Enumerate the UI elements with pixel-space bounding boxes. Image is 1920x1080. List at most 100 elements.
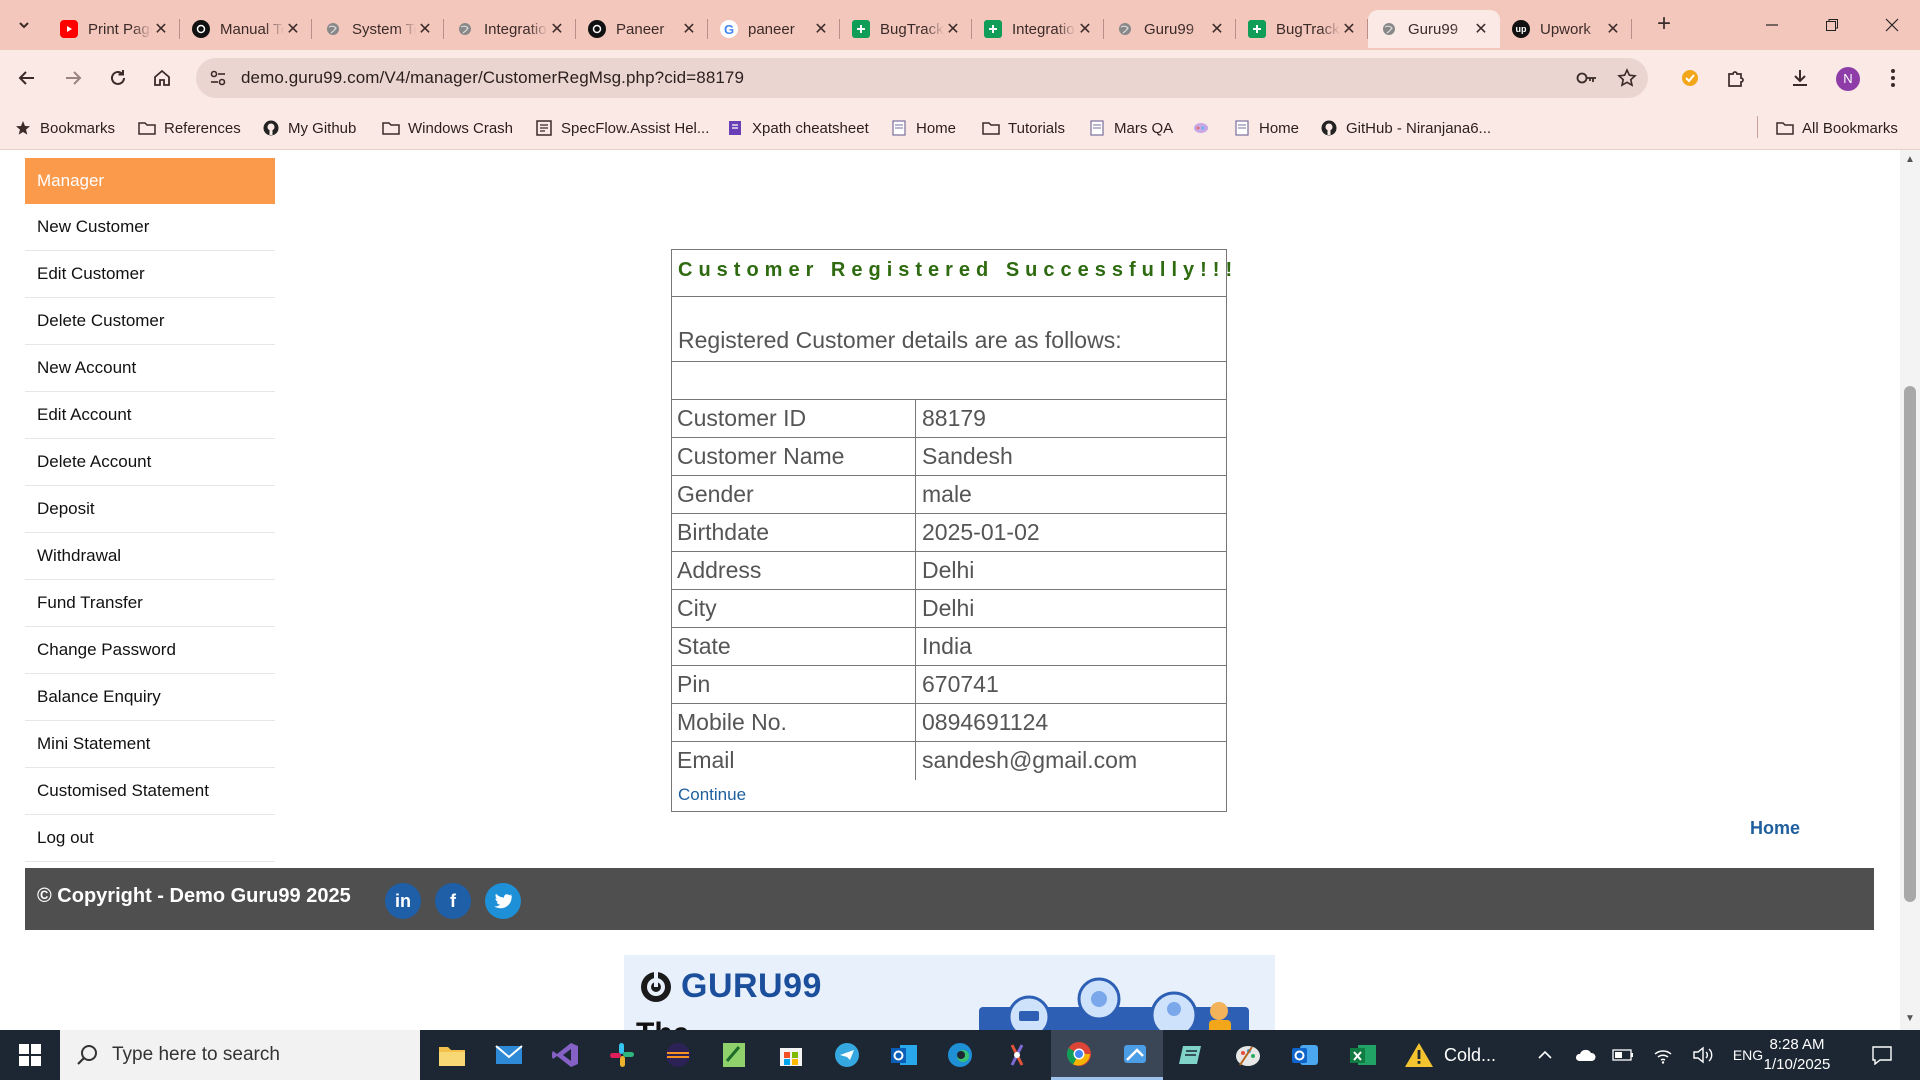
url-text[interactable]: demo.guru99.com/V4/manager/CustomerRegMs… [241,68,744,88]
bookmark-item[interactable]: Bookmarks [14,116,115,140]
tab-close-icon[interactable]: ✕ [680,19,698,39]
chrome-icon[interactable] [1051,1030,1107,1080]
tab-close-icon[interactable]: ✕ [548,19,566,39]
address-bar[interactable]: demo.guru99.com/V4/manager/CustomerRegMs… [196,58,1648,98]
git-app-icon[interactable] [989,1030,1045,1080]
tab-close-icon[interactable]: ✕ [152,19,170,39]
visual-studio-icon[interactable] [537,1030,593,1080]
extension-button[interactable] [1672,60,1708,96]
volume-icon[interactable] [1688,1030,1718,1080]
menu-header[interactable]: Manager [25,158,275,204]
tab-close-icon[interactable]: ✕ [1604,19,1622,39]
start-button[interactable] [0,1030,60,1080]
snipping-tool-icon[interactable] [1107,1030,1163,1080]
tab-close-icon[interactable]: ✕ [1208,19,1226,39]
notepad-plus-icon[interactable] [706,1030,762,1080]
tab[interactable]: Print Page ✕ [48,10,180,48]
scroll-down-arrow-icon[interactable]: ▼ [1905,1014,1915,1024]
back-button[interactable] [9,60,45,96]
menu-item-change-password[interactable]: Change Password [25,627,275,674]
extensions-menu-button[interactable] [1717,60,1753,96]
tab-close-icon[interactable]: ✕ [1472,19,1490,39]
onedrive-cloud-icon[interactable] [1570,1030,1600,1080]
excel-icon[interactable] [1335,1030,1391,1080]
tray-chevron-up-icon[interactable] [1530,1030,1560,1080]
close-window-button[interactable] [1864,0,1920,50]
linkedin-icon[interactable]: in [385,883,421,919]
home-button[interactable] [144,60,180,96]
browser-menu-button[interactable] [1875,60,1911,96]
slack-icon[interactable] [594,1030,650,1080]
bookmark-item[interactable]: My Github [262,116,356,140]
tab[interactable]: Paneer ✕ [576,10,708,48]
tab-close-icon[interactable]: ✕ [284,19,302,39]
tab-search-button[interactable] [10,12,38,38]
tab[interactable]: Integration ✕ [444,10,576,48]
menu-item-fund-transfer[interactable]: Fund Transfer [25,580,275,627]
bookmark-item[interactable]: Tutorials [982,116,1065,140]
bookmark-item[interactable]: SpecFlow.Assist Hel... [535,116,709,140]
bookmark-item[interactable]: Mars QA [1088,116,1173,140]
paint-icon[interactable] [1220,1030,1276,1080]
file-explorer-icon[interactable] [424,1030,480,1080]
restore-button[interactable] [1804,0,1860,50]
bookmark-item[interactable] [1192,116,1218,140]
password-key-icon[interactable] [1574,66,1600,90]
menu-item-new-account[interactable]: New Account [25,345,275,392]
scroll-thumb[interactable] [1904,386,1916,902]
tab-close-icon[interactable]: ✕ [1340,19,1358,39]
teams-chat-icon[interactable] [819,1030,875,1080]
bookmark-item[interactable]: Windows Crash [382,116,513,140]
menu-item-delete-customer[interactable]: Delete Customer [25,298,275,345]
tab[interactable]: up Upwork ✕ [1500,10,1632,48]
tab-close-icon[interactable]: ✕ [944,19,962,39]
menu-item-delete-account[interactable]: Delete Account [25,439,275,486]
menu-item-deposit[interactable]: Deposit [25,486,275,533]
scroll-up-arrow-icon[interactable]: ▲ [1905,155,1915,165]
notifications-icon[interactable] [1862,1030,1902,1080]
bookmark-star-icon[interactable] [1614,66,1640,90]
bookmark-item[interactable]: Home [1233,116,1299,140]
bookmark-item[interactable]: References [138,116,241,140]
menu-item-log-out[interactable]: Log out [25,815,275,862]
mail-icon[interactable] [481,1030,537,1080]
home-link[interactable]: Home [1750,818,1800,839]
reload-button[interactable] [100,60,136,96]
menu-item-withdrawal[interactable]: Withdrawal [25,533,275,580]
menu-item-balance-enquiry[interactable]: Balance Enquiry [25,674,275,721]
tab[interactable]: BugTracker✕ [840,10,972,48]
tab-active[interactable]: Guru99 ✕ [1368,10,1500,48]
wifi-icon[interactable] [1648,1030,1678,1080]
menu-item-customised-statement[interactable]: Customised Statement [25,768,275,815]
site-info-icon[interactable] [206,66,230,90]
twitter-icon[interactable] [485,883,521,919]
all-bookmarks-button[interactable]: All Bookmarks [1776,116,1898,140]
bookmark-item[interactable]: Xpath cheatsheet [726,116,869,140]
tab[interactable]: Guru99 ✕ [1104,10,1236,48]
page-scrollbar[interactable]: ▲ ▼ [1900,150,1920,1030]
downloads-button[interactable] [1782,60,1818,96]
new-tab-button[interactable]: + [1650,12,1678,38]
battery-icon[interactable] [1608,1030,1638,1080]
minimize-button[interactable] [1744,0,1800,50]
facebook-icon[interactable]: f [435,883,471,919]
continue-link[interactable]: Continue [678,785,746,804]
microsoft-store-icon[interactable] [763,1030,819,1080]
outlook-icon[interactable] [876,1030,932,1080]
tab[interactable]: Integration ✕ [972,10,1104,48]
bookmark-item[interactable]: Home [890,116,956,140]
system-clock[interactable]: 8:28 AM 1/10/2025 [1755,1035,1839,1075]
tab-close-icon[interactable]: ✕ [416,19,434,39]
edge-icon[interactable] [932,1030,988,1080]
tab[interactable]: Manual Testing✕ [180,10,312,48]
taskbar-search-box[interactable]: Type here to search [60,1030,420,1080]
menu-item-edit-customer[interactable]: Edit Customer [25,251,275,298]
menu-item-new-customer[interactable]: New Customer [25,204,275,251]
notes-app-icon[interactable] [1163,1030,1219,1080]
menu-item-mini-statement[interactable]: Mini Statement [25,721,275,768]
menu-item-edit-account[interactable]: Edit Account [25,392,275,439]
tab[interactable]: BugTracker✕ [1236,10,1368,48]
tab[interactable]: Gpaneer ✕ [708,10,840,48]
tab-close-icon[interactable]: ✕ [812,19,830,39]
tab[interactable]: System Testing✕ [312,10,444,48]
